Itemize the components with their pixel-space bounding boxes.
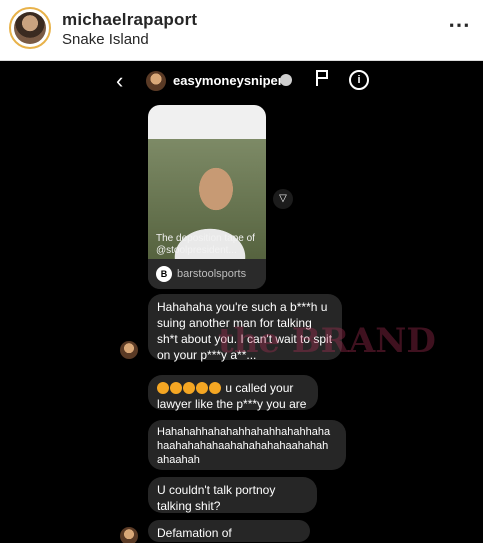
- message-bubble: Defamation of character???: [148, 520, 310, 543]
- dm-username[interactable]: easymoneysniper: [173, 73, 283, 88]
- laughing-emoji-icon: [209, 382, 221, 394]
- laughing-emoji-icon: [196, 382, 208, 394]
- message-bubble: u called your lawyer like the p***y you …: [148, 375, 318, 411]
- dm-screenshot: ‹ easymoneysniper i The deposition tape …: [0, 61, 483, 543]
- post-username[interactable]: michaelrapaport: [62, 10, 197, 30]
- sender-avatar: [120, 341, 138, 359]
- message-bubble: Hahahahhahahahhahahhahahhaha haahahahaha…: [148, 420, 346, 470]
- post-location[interactable]: Snake Island: [62, 31, 149, 48]
- share-icon[interactable]: ▽: [273, 189, 293, 209]
- barstool-logo-icon: B: [156, 266, 172, 282]
- laughing-emoji-icon: [157, 382, 169, 394]
- dm-avatar[interactable]: [146, 71, 166, 91]
- more-options-icon[interactable]: ⋯: [448, 12, 471, 38]
- shared-post-source: barstoolsports: [177, 268, 247, 280]
- back-icon[interactable]: ‹: [116, 68, 123, 94]
- shared-post-caption: The deposition tape of @stoolpresident..…: [156, 233, 255, 256]
- sender-avatar: [120, 527, 138, 543]
- verified-badge-icon: [280, 74, 292, 86]
- laughing-emoji-icon: [183, 382, 195, 394]
- shared-post-top: [148, 105, 266, 139]
- laughing-emoji-icon: [170, 382, 182, 394]
- profile-avatar[interactable]: [9, 7, 51, 49]
- shared-post-card[interactable]: The deposition tape of @stoolpresident..…: [148, 105, 266, 289]
- message-bubble: Hahahaha you're such a b***h u suing ano…: [148, 294, 342, 362]
- post-header: michaelrapaport Snake Island ⋯: [0, 0, 483, 60]
- info-icon[interactable]: i: [349, 70, 369, 90]
- message-bubble: U couldn't talk portnoy talking shit?: [148, 477, 317, 513]
- flag-icon[interactable]: [314, 69, 330, 87]
- dm-topbar: ‹ easymoneysniper i: [0, 61, 483, 101]
